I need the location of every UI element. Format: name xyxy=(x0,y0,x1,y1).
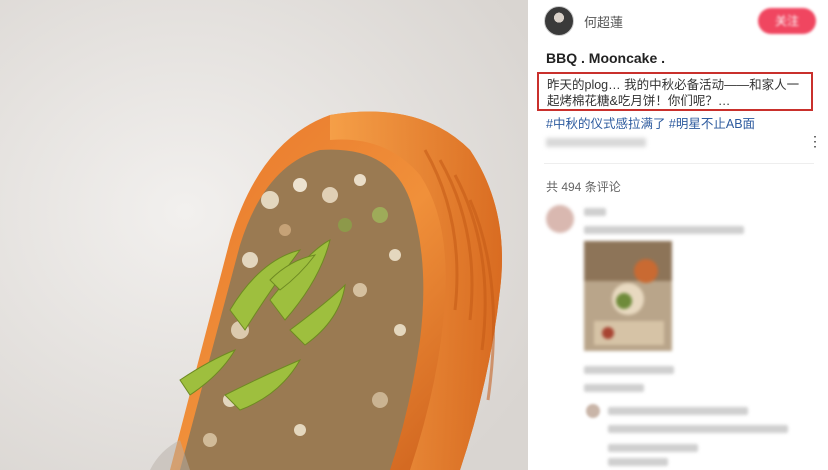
post-date-blurred xyxy=(546,138,646,147)
comment-meta-blurred xyxy=(584,366,674,374)
reply-meta-blurred xyxy=(608,444,698,452)
mooncake-photo xyxy=(0,0,528,470)
post-body: 昨天的plog… 我的中秋必备活动——和家人一起烤棉花糖&吃月饼！你们呢？… xyxy=(537,72,813,111)
follow-button[interactable]: 关注 xyxy=(758,8,816,34)
author-row[interactable]: 何超蓮 xyxy=(544,6,623,36)
author-name[interactable]: 何超蓮 xyxy=(584,12,623,31)
divider xyxy=(544,163,814,164)
reply-author-blurred xyxy=(608,407,748,415)
reply-text-blurred xyxy=(608,425,788,433)
post-title: BBQ . Mooncake . xyxy=(546,50,666,66)
post-photo[interactable] xyxy=(0,0,528,470)
comment-image[interactable] xyxy=(584,241,672,351)
more-horizontal-icon[interactable]: ⋮ xyxy=(808,133,822,150)
comment-actions-blurred xyxy=(584,384,644,392)
avatar[interactable] xyxy=(544,6,574,36)
reply-actions-blurred xyxy=(608,458,668,466)
hashtags[interactable]: #中秋的仪式感拉满了 #明星不止AB面 xyxy=(546,113,755,132)
comment-count: 共 494 条评论 xyxy=(546,180,621,194)
comment-avatar[interactable] xyxy=(546,205,574,233)
post-sidebar: 何超蓮 关注 BBQ . Mooncake . 昨天的plog… 我的中秋必备活… xyxy=(528,0,828,470)
reply-avatar[interactable] xyxy=(586,404,600,418)
comment-text-blurred xyxy=(584,226,744,234)
comment-author-blurred xyxy=(584,208,606,216)
